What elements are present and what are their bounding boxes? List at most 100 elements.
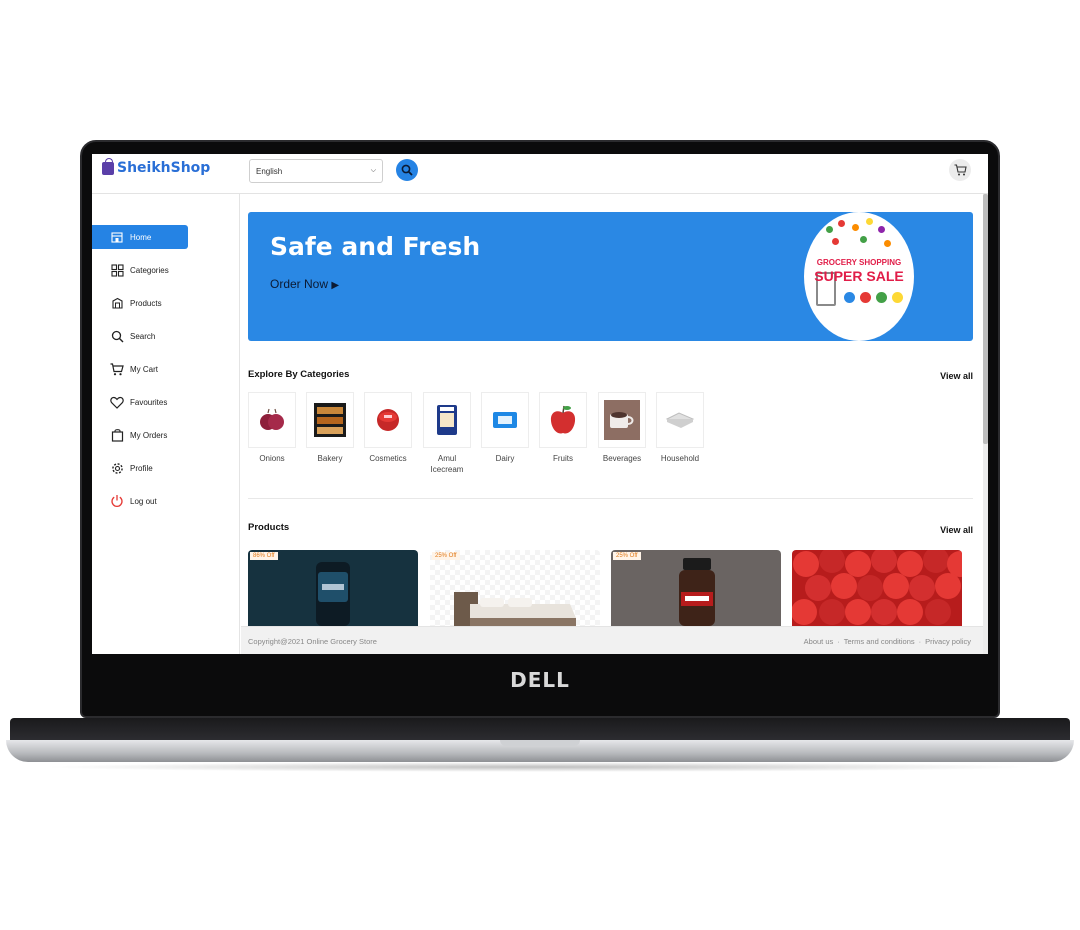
bed-image: [454, 592, 576, 626]
privacy-policy-link[interactable]: Privacy policy: [925, 637, 971, 646]
apple-image: [539, 392, 587, 448]
product-card[interactable]: 25% Off: [611, 550, 781, 626]
apples-image: [792, 550, 962, 625]
coffee-jar-image: [679, 558, 715, 626]
box-icon: [110, 296, 124, 310]
footer: Copyright@2021 Online Grocery Store Abou…: [241, 626, 983, 654]
cart-button[interactable]: [949, 159, 971, 181]
sidebar-item-profile[interactable]: Profile: [104, 456, 190, 480]
sidebar-item-log-out[interactable]: Log out: [104, 489, 190, 513]
category-household[interactable]: Household: [655, 392, 705, 464]
footer-separator: ·: [918, 637, 922, 646]
badge-line2: SUPER SALE: [814, 268, 904, 284]
category-label: Cosmetics: [369, 454, 407, 463]
category-dairy[interactable]: Dairy: [480, 392, 530, 464]
category-label: Beverages: [602, 454, 642, 463]
product-card[interactable]: [792, 550, 962, 626]
sidebar-item-products[interactable]: Products: [104, 291, 190, 315]
discount-badge: 86% Off: [250, 552, 278, 560]
onion-image: [248, 392, 296, 448]
sidebar-item-my-cart[interactable]: My Cart: [104, 357, 190, 381]
bakery-image: [306, 392, 354, 448]
dell-logo: DELL: [510, 668, 570, 692]
badge-line1: GROCERY SHOPPING: [816, 258, 902, 267]
laptop-shadow: [40, 762, 1040, 772]
heart-icon: [110, 395, 124, 409]
beverages-image: [598, 392, 646, 448]
hero-banner[interactable]: Safe and Fresh Order Now ▶ GROCERY SHOPP…: [248, 212, 973, 341]
products-title: Products: [248, 522, 290, 533]
household-image: [656, 392, 704, 448]
sidebar-item-label: Search: [130, 331, 156, 341]
order-now-link[interactable]: Order Now ▶: [270, 277, 339, 291]
scrollbar-thumb[interactable]: [983, 194, 988, 444]
category-onions[interactable]: Onions: [247, 392, 297, 464]
laptop-screen: SheikhShop English ⌵ Home Categories Pro…: [92, 154, 988, 654]
products-view-all-link[interactable]: View all: [940, 525, 973, 535]
laptop-keyboard-deck: [10, 718, 1070, 740]
search-icon: [110, 329, 124, 343]
icecream-image: [423, 392, 471, 448]
category-label: Dairy: [495, 454, 515, 463]
discount-badge: 25% Off: [432, 552, 460, 560]
category-fruits[interactable]: Fruits: [538, 392, 588, 464]
super-sale-badge: GROCERY SHOPPING SUPER SALE: [804, 212, 914, 341]
copyright-text: Copyright@2021 Online Grocery Store: [248, 637, 377, 646]
chevron-down-icon: ⌵: [370, 167, 376, 174]
product-card[interactable]: 25% Off: [430, 550, 600, 626]
sidebar-item-label: My Orders: [130, 430, 168, 440]
search-icon: [401, 164, 413, 176]
category-label: Bakery: [317, 454, 343, 463]
category-amul-icecream[interactable]: Amul Icecream: [422, 392, 472, 475]
category-label: Amul Icecream: [430, 454, 464, 474]
category-bakery[interactable]: Bakery: [305, 392, 355, 464]
shopping-bag-icon: [102, 157, 114, 175]
bag-icon: [110, 428, 124, 442]
dairy-image: [481, 392, 529, 448]
category-cosmetics[interactable]: Cosmetics: [363, 392, 413, 464]
main-content: Safe and Fresh Order Now ▶ GROCERY SHOPP…: [241, 194, 983, 626]
sidebar-item-label: Categories: [130, 265, 169, 275]
terms-link[interactable]: Terms and conditions: [844, 637, 915, 646]
category-label: Onions: [259, 454, 285, 463]
category-beverages[interactable]: Beverages: [597, 392, 647, 464]
sidebar-item-categories[interactable]: Categories: [104, 258, 190, 282]
laptop-notch: [500, 740, 580, 746]
discount-badge: 25% Off: [613, 552, 641, 560]
section-divider: [248, 498, 973, 499]
categories-view-all-link[interactable]: View all: [940, 371, 973, 381]
footer-separator: ·: [837, 637, 840, 646]
sidebar-item-my-orders[interactable]: My Orders: [104, 423, 190, 447]
category-label: Fruits: [553, 454, 573, 463]
product-card[interactable]: 86% Off: [248, 550, 418, 626]
sidebar-item-label: My Cart: [130, 364, 158, 374]
search-button[interactable]: [396, 159, 418, 181]
sidebar-item-label: Products: [130, 298, 162, 308]
sidebar-item-label: Home: [130, 232, 152, 242]
sidebar-item-search[interactable]: Search: [104, 324, 190, 348]
top-bar: SheikhShop English ⌵: [92, 154, 988, 194]
grid-icon: [110, 263, 124, 277]
brand-name: SheikhShop: [117, 160, 211, 176]
language-select[interactable]: English ⌵: [249, 159, 383, 183]
sidebar: Home Categories Products Search My Cart …: [92, 194, 240, 654]
hero-title: Safe and Fresh: [270, 232, 481, 261]
brand-logo[interactable]: SheikhShop: [102, 157, 211, 176]
cart-icon: [110, 362, 124, 376]
gear-icon: [110, 461, 124, 475]
store-icon: [110, 230, 124, 244]
footer-links: About us · Terms and conditions · Privac…: [804, 637, 971, 646]
about-us-link[interactable]: About us: [804, 637, 834, 646]
categories-title: Explore By Categories: [248, 369, 350, 380]
scrollbar[interactable]: [983, 194, 988, 654]
cart-icon: [954, 164, 967, 176]
language-value: English: [256, 166, 283, 176]
sidebar-item-label: Favourites: [130, 397, 168, 407]
deodorant-image: [316, 562, 350, 626]
sidebar-item-favourites[interactable]: Favourites: [104, 390, 190, 414]
cosmetics-image: [364, 392, 412, 448]
caret-right-icon: ▶: [331, 280, 340, 291]
power-icon: [110, 494, 124, 508]
sidebar-item-home[interactable]: Home: [92, 225, 188, 249]
category-label: Household: [660, 454, 700, 463]
